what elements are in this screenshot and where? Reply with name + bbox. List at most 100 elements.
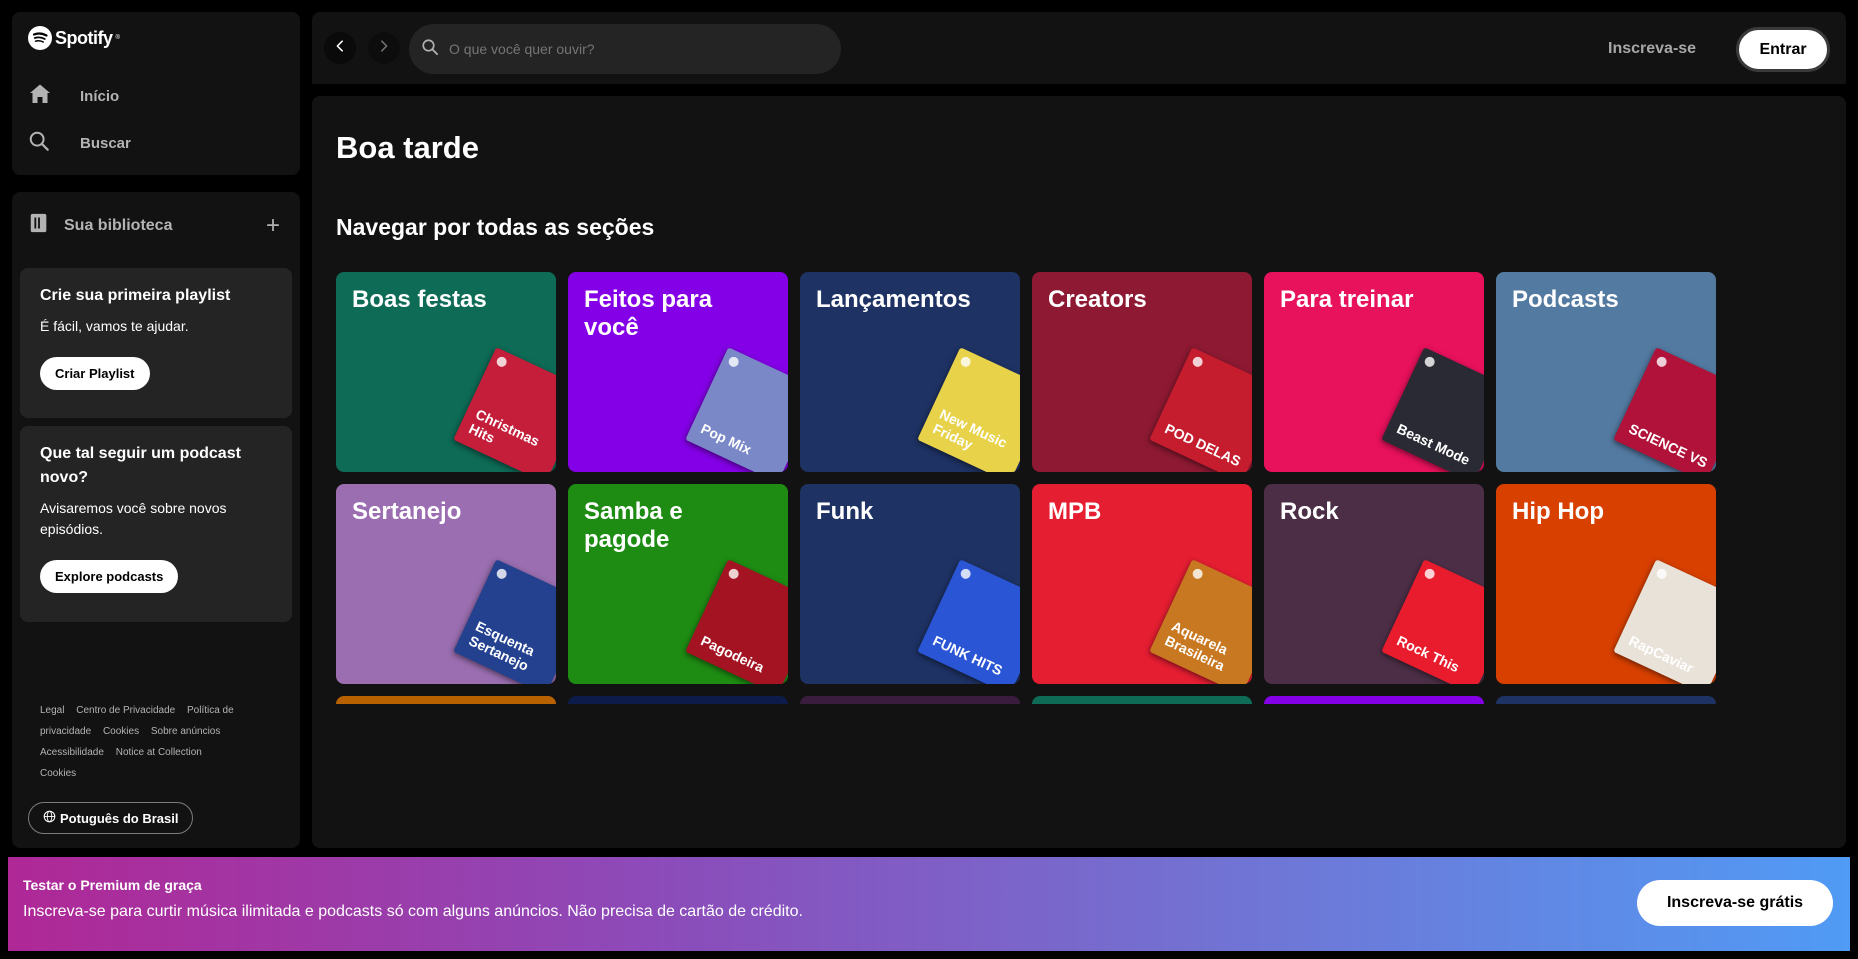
nav-search[interactable]: Buscar — [28, 130, 131, 156]
spotify-badge-icon — [1191, 355, 1205, 369]
banner-text: Inscreva-se para curtir música ilimitada… — [23, 903, 803, 920]
category-tile-partial[interactable] — [1496, 696, 1716, 704]
nav-home[interactable]: Início — [28, 82, 119, 110]
footer-link[interactable]: Centro de Privacidade — [76, 705, 175, 716]
cover-art-text: Rock This — [1394, 632, 1462, 676]
library-title[interactable]: Sua biblioteca — [64, 217, 266, 235]
language-label: Potuguês do Brasil — [60, 810, 179, 826]
chevron-left-icon — [333, 39, 347, 58]
card-text: Avisaremos você sobre novos episódios. — [40, 500, 227, 537]
signup-link[interactable]: Inscreva-se — [1608, 40, 1696, 58]
category-tile[interactable]: Feitos para você Pop Mix — [568, 272, 788, 472]
language-button[interactable]: Potuguês do Brasil — [28, 802, 194, 834]
card-title: Crie sua primeira playlist — [40, 287, 231, 304]
login-button[interactable]: Entrar — [1736, 27, 1830, 72]
category-tile[interactable]: Rock Rock This — [1264, 484, 1484, 684]
card-text: É fácil, vamos te ajudar. — [40, 318, 189, 334]
category-tile-partial[interactable] — [336, 696, 556, 704]
search-icon — [421, 38, 439, 61]
category-cover-art: Beast Mode — [1381, 347, 1484, 472]
spotify-badge-icon — [1423, 567, 1437, 581]
footer-link[interactable]: Sobre anúncios — [151, 726, 221, 737]
spotify-badge-icon — [1655, 567, 1669, 581]
spotify-badge-icon — [959, 567, 973, 581]
footer-link[interactable]: Notice at Collection — [116, 747, 202, 758]
forward-button[interactable] — [368, 32, 400, 64]
back-button[interactable] — [324, 32, 356, 64]
category-cover-art: Aquarela Brasileira — [1149, 559, 1252, 684]
cover-art-text: New Music Friday — [930, 405, 1010, 453]
category-tile[interactable]: Samba e pagode Pagodeira — [568, 484, 788, 684]
cover-art-text: RapCaviar — [1626, 632, 1697, 677]
category-tile[interactable]: Creators POD DELAS — [1032, 272, 1252, 472]
spotify-logo[interactable]: Spotify ® — [28, 26, 120, 50]
category-cover-art: Christmas Hits — [453, 347, 556, 472]
category-cover-art: POD DELAS — [1149, 347, 1252, 472]
cover-art-text: FUNK HITS — [930, 632, 1005, 679]
category-tile[interactable]: Sertanejo Esquenta Sertanejo — [336, 484, 556, 684]
logo-registered: ® — [115, 35, 120, 41]
search-icon — [28, 130, 50, 156]
category-cover-art: Esquenta Sertanejo — [453, 559, 556, 684]
sidebar-nav: Spotify ® Início Buscar — [12, 12, 300, 175]
footer-link[interactable]: Cookies — [40, 768, 76, 779]
spotify-badge-icon — [959, 355, 973, 369]
category-tile-label: Para treinar — [1280, 286, 1414, 313]
category-tile[interactable]: Hip Hop RapCaviar — [1496, 484, 1716, 684]
footer-link[interactable]: Legal — [40, 705, 64, 716]
category-cover-art: New Music Friday — [917, 347, 1020, 472]
cover-art-text: Pagodeira — [698, 632, 767, 676]
spotify-badge-icon — [1655, 355, 1669, 369]
category-tile[interactable]: Podcasts SCIENCE VS — [1496, 272, 1716, 472]
category-tile-label: Boas festas — [352, 286, 487, 313]
home-icon — [28, 82, 52, 110]
category-tile-label: Podcasts — [1512, 286, 1619, 313]
category-tile-label: Feitos para você — [584, 286, 713, 341]
category-tile[interactable]: Lançamentos New Music Friday — [800, 272, 1020, 472]
app: Spotify ® Início Buscar Sua biblioteca + … — [0, 0, 1858, 959]
category-tile-partial[interactable] — [1264, 696, 1484, 704]
category-grid: Boas festas Christmas Hits Feitos para voc… — [336, 272, 1716, 704]
cover-art-text: Aquarela Brasileira — [1162, 617, 1231, 674]
footer-links: Legal Centro de Privacidade Política de … — [40, 700, 240, 784]
category-tile[interactable]: Para treinar Beast Mode — [1264, 272, 1484, 472]
footer-link[interactable]: Cookies — [103, 726, 139, 737]
spotify-badge-icon — [1191, 567, 1205, 581]
banner-title: Testar o Premium de graça — [23, 877, 202, 893]
search-bar[interactable] — [409, 24, 841, 74]
browse-content: Boa tarde Navegar por todas as seções Bo… — [312, 96, 1846, 848]
nav-home-label: Início — [80, 87, 120, 105]
spotify-badge-icon — [727, 567, 741, 581]
banner-text-block: Testar o Premium de graça Inscreva-se pa… — [23, 877, 803, 921]
category-tile-label: Creators — [1048, 286, 1147, 313]
cover-art-text: POD DELAS — [1162, 420, 1244, 470]
library-icon[interactable] — [28, 212, 50, 239]
category-tile[interactable]: MPB Aquarela Brasileira — [1032, 484, 1252, 684]
explore-podcasts-button[interactable]: Explore podcasts — [40, 560, 179, 593]
category-tile[interactable]: Funk FUNK HITS — [800, 484, 1020, 684]
free-signup-button[interactable]: Inscreva-se grátis — [1637, 880, 1833, 926]
premium-banner[interactable]: Testar o Premium de graça Inscreva-se pa… — [8, 857, 1850, 951]
cover-art-text: Christmas Hits — [466, 405, 543, 450]
create-playlist-button[interactable]: Criar Playlist — [40, 357, 150, 390]
category-tile-label: Hip Hop — [1512, 498, 1604, 525]
spotify-badge-icon — [727, 355, 741, 369]
chevron-right-icon — [377, 39, 391, 58]
add-library-icon[interactable]: + — [266, 213, 280, 238]
top-bar: Inscreva-se Entrar — [312, 12, 1846, 84]
cover-art-text: Pop Mix — [698, 420, 754, 458]
category-cover-art: RapCaviar — [1613, 559, 1716, 684]
category-tile-partial[interactable] — [1032, 696, 1252, 704]
cover-art-text: Esquenta Sertanejo — [466, 617, 538, 674]
follow-podcast-card: Que tal seguir um podcast novo? Avisarem… — [20, 426, 292, 622]
search-input[interactable] — [449, 41, 809, 57]
category-cover-art: Pagodeira — [685, 559, 788, 684]
category-tile[interactable]: Boas festas Christmas Hits — [336, 272, 556, 472]
category-tile-partial[interactable] — [800, 696, 1020, 704]
category-tile-partial[interactable] — [568, 696, 788, 704]
card-title: Que tal seguir um podcast novo? — [40, 445, 241, 486]
greeting: Boa tarde — [336, 130, 479, 165]
footer-link[interactable]: Acessibilidade — [40, 747, 104, 758]
logo-text: Spotify — [55, 27, 113, 48]
category-tile-label: Sertanejo — [352, 498, 462, 525]
